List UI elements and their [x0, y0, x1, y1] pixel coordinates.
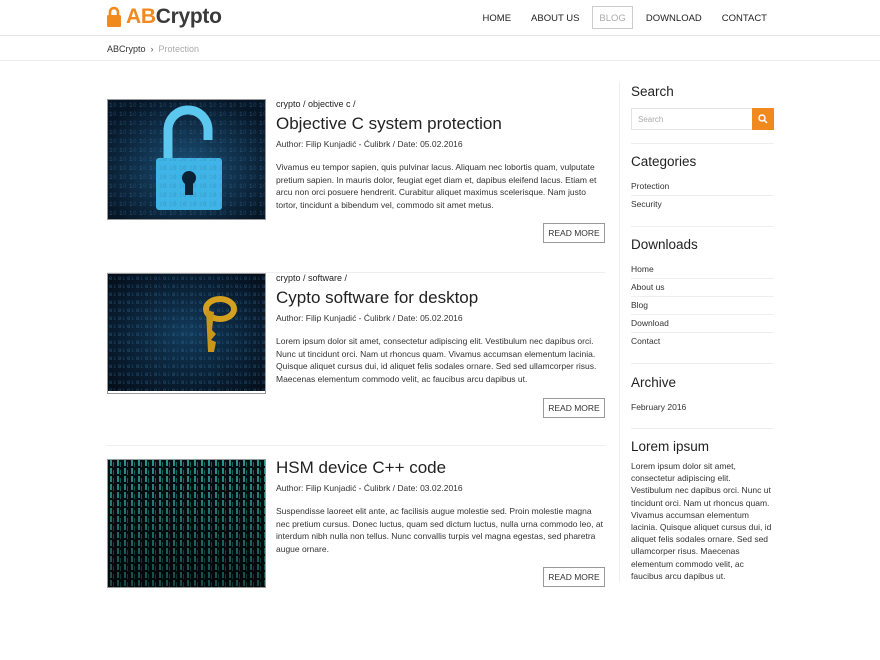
post-excerpt: Vivamus eu tempor sapien, quis pulvinar … [276, 162, 597, 210]
post-title[interactable]: HSM device C++ code [276, 458, 605, 478]
search-box [631, 108, 774, 130]
post-thumbnail-matrix[interactable] [107, 459, 266, 588]
nav-contact[interactable]: CONTACT [715, 6, 774, 29]
matrix-code-image [108, 460, 265, 587]
nav-download[interactable]: DOWNLOAD [639, 6, 709, 29]
golden-key-image: 0 1 [108, 274, 265, 391]
search-widget: Search [631, 84, 774, 144]
breadcrumb-root-link[interactable]: ABCrypto [107, 44, 146, 54]
logo-crypto: Crypto [155, 5, 222, 28]
search-icon [758, 114, 768, 124]
archive-item[interactable]: February 2016 [631, 399, 774, 417]
post-thumbnail-key[interactable]: 0 1 [107, 273, 266, 394]
post-item: 1 0 crypto / objective c / Objective C s… [107, 99, 605, 272]
downloads-item-download[interactable]: Download [631, 315, 774, 333]
nav-home[interactable]: HOME [476, 6, 519, 29]
sidebar-divider [619, 82, 620, 582]
post-excerpt: Suspendisse laoreet elit ante, ac facili… [276, 506, 603, 554]
post-categories[interactable]: crypto / objective c / [276, 99, 605, 109]
sidebar: Search Categories Protection Security Do… [631, 84, 774, 584]
post-meta: Author: Filip Kunjadić - Ćulibrk / Date:… [276, 483, 463, 493]
read-more-button[interactable]: READ MORE [543, 567, 605, 587]
main-nav: HOME ABOUT US BLOG DOWNLOAD CONTACT [470, 6, 774, 29]
logo-text: ABCrypto [126, 5, 222, 29]
archive-widget: Archive February 2016 [631, 364, 774, 429]
post-meta: Author: Filip Kunjadić - Ćulibrk / Date:… [276, 313, 463, 323]
downloads-item-blog[interactable]: Blog [631, 297, 774, 315]
nav-blog[interactable]: BLOG [592, 6, 633, 29]
categories-title: Categories [631, 154, 697, 169]
breadcrumb: ABCrypto › Protection [0, 37, 880, 61]
post-meta: Author: Filip Kunjadić - Ćulibrk / Date:… [276, 139, 463, 149]
nav-about-us[interactable]: ABOUT US [524, 6, 586, 29]
categories-widget: Categories Protection Security [631, 144, 774, 227]
read-more-button[interactable]: READ MORE [543, 223, 605, 243]
downloads-item-contact[interactable]: Contact [631, 333, 774, 351]
post-title[interactable]: Objective C system protection [276, 114, 605, 134]
category-item[interactable]: Security [631, 196, 774, 214]
breadcrumb-current: Protection [158, 44, 200, 54]
downloads-title: Downloads [631, 237, 698, 252]
padlock-image: 1 0 [108, 100, 265, 219]
post-categories[interactable]: crypto / software / [276, 273, 605, 283]
downloads-item-home[interactable]: Home [631, 261, 774, 279]
category-item[interactable]: Protection [631, 178, 774, 196]
site-header: ABCrypto HOME ABOUT US BLOG DOWNLOAD CON… [0, 0, 880, 36]
post-item: HSM device C++ code Author: Filip Kunjad… [107, 445, 605, 618]
lorem-widget: Lorem ipsum Lorem ipsum dolor sit amet, … [631, 429, 774, 584]
downloads-widget: Downloads Home About us Blog Download Co… [631, 227, 774, 364]
archive-list: February 2016 [631, 399, 774, 417]
post-title[interactable]: Cypto software for desktop [276, 288, 605, 308]
site-logo[interactable]: ABCrypto [106, 5, 222, 29]
categories-list: Protection Security [631, 178, 774, 214]
breadcrumb-separator: › [150, 44, 154, 54]
post-item: 0 1 crypto / software / Cypto software f… [107, 272, 605, 445]
lorem-title: Lorem ipsum [631, 439, 710, 454]
logo-ab: AB [126, 5, 156, 28]
archive-title: Archive [631, 375, 677, 390]
read-more-button[interactable]: READ MORE [543, 398, 605, 418]
padlock-logo-icon [107, 6, 121, 27]
lorem-text: Lorem ipsum dolor sit amet, consectetur … [631, 461, 772, 581]
post-excerpt: Lorem ipsum dolor sit amet, consectetur … [276, 336, 597, 384]
search-button[interactable] [752, 108, 774, 130]
downloads-list: Home About us Blog Download Contact [631, 261, 774, 351]
post-thumbnail-padlock[interactable]: 1 0 [107, 99, 266, 220]
search-title: Search [631, 84, 674, 99]
post-list: 1 0 crypto / objective c / Objective C s… [107, 99, 605, 618]
downloads-item-about-us[interactable]: About us [631, 279, 774, 297]
search-input[interactable] [631, 108, 752, 130]
